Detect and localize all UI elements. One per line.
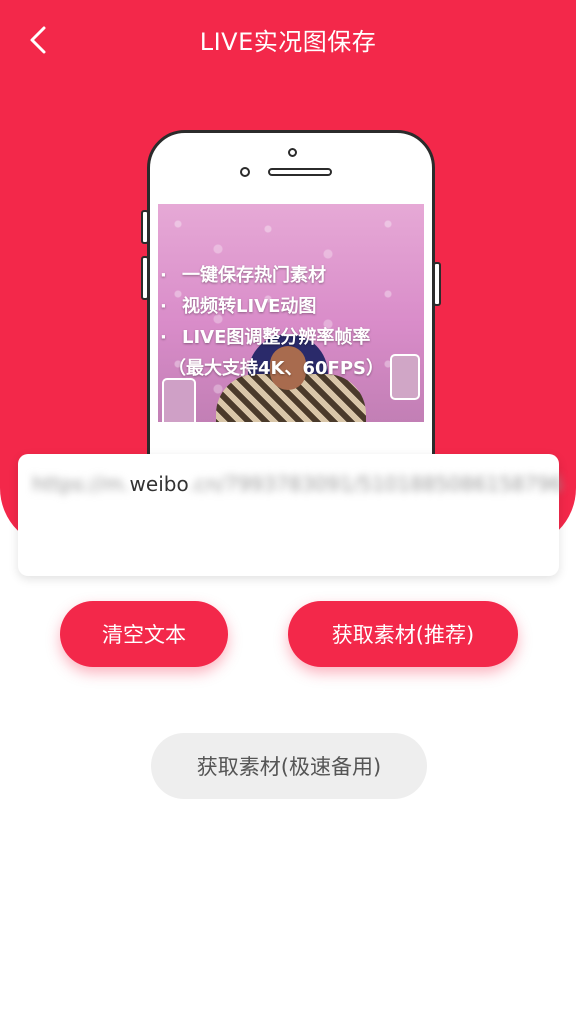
url-input-card[interactable]: https://m.weibo.cn/7993783091/5101885086… [18, 454, 563, 576]
feature-item: · 一键保存热门素材 [160, 265, 326, 286]
url-suffix-blurred: .cn/7993783091/5101885086158796 [188, 472, 563, 496]
promo-image: · 一键保存热门素材 · 视频转LIVE动图 · LIVE图调整分辨率帧率 （最大支持… [158, 204, 424, 422]
feature-label: 一键保存热门素材 [182, 265, 326, 286]
feature-extra-note: （最大支持4K、60FPS） [168, 358, 384, 379]
held-phone-left-icon [162, 378, 196, 422]
screen-root: LIVE实况图保存 · 一键保存热门素材 · 视频转LIVE动图 · LIVE图调整分… [0, 0, 576, 1024]
url-input-text[interactable]: https://m.weibo.cn/7993783091/5101885086… [32, 472, 563, 496]
feature-label: 视频转LIVE动图 [182, 296, 317, 317]
clear-text-button[interactable]: 清空文本 [60, 601, 228, 667]
feature-label: LIVE图调整分辨率帧率 [182, 327, 371, 348]
phone-sensor-icon [288, 148, 297, 157]
top-bar: LIVE实况图保存 [0, 0, 576, 80]
url-visible-text: weibo [129, 472, 189, 496]
url-prefix-blurred: https://m. [32, 472, 130, 496]
phone-camera-icon [240, 167, 250, 177]
get-material-button[interactable]: 获取素材(推荐) [288, 601, 518, 667]
phone-speaker-icon [268, 168, 332, 176]
feature-item: · LIVE图调整分辨率帧率 [160, 327, 371, 348]
feature-list: · 一键保存热门素材 · 视频转LIVE动图 · LIVE图调整分辨率帧率 （最大支持… [158, 260, 424, 384]
get-material-fast-button[interactable]: 获取素材(极速备用) [151, 733, 427, 799]
page-title: LIVE实况图保存 [199, 28, 377, 56]
feature-item: · 视频转LIVE动图 [160, 296, 317, 317]
